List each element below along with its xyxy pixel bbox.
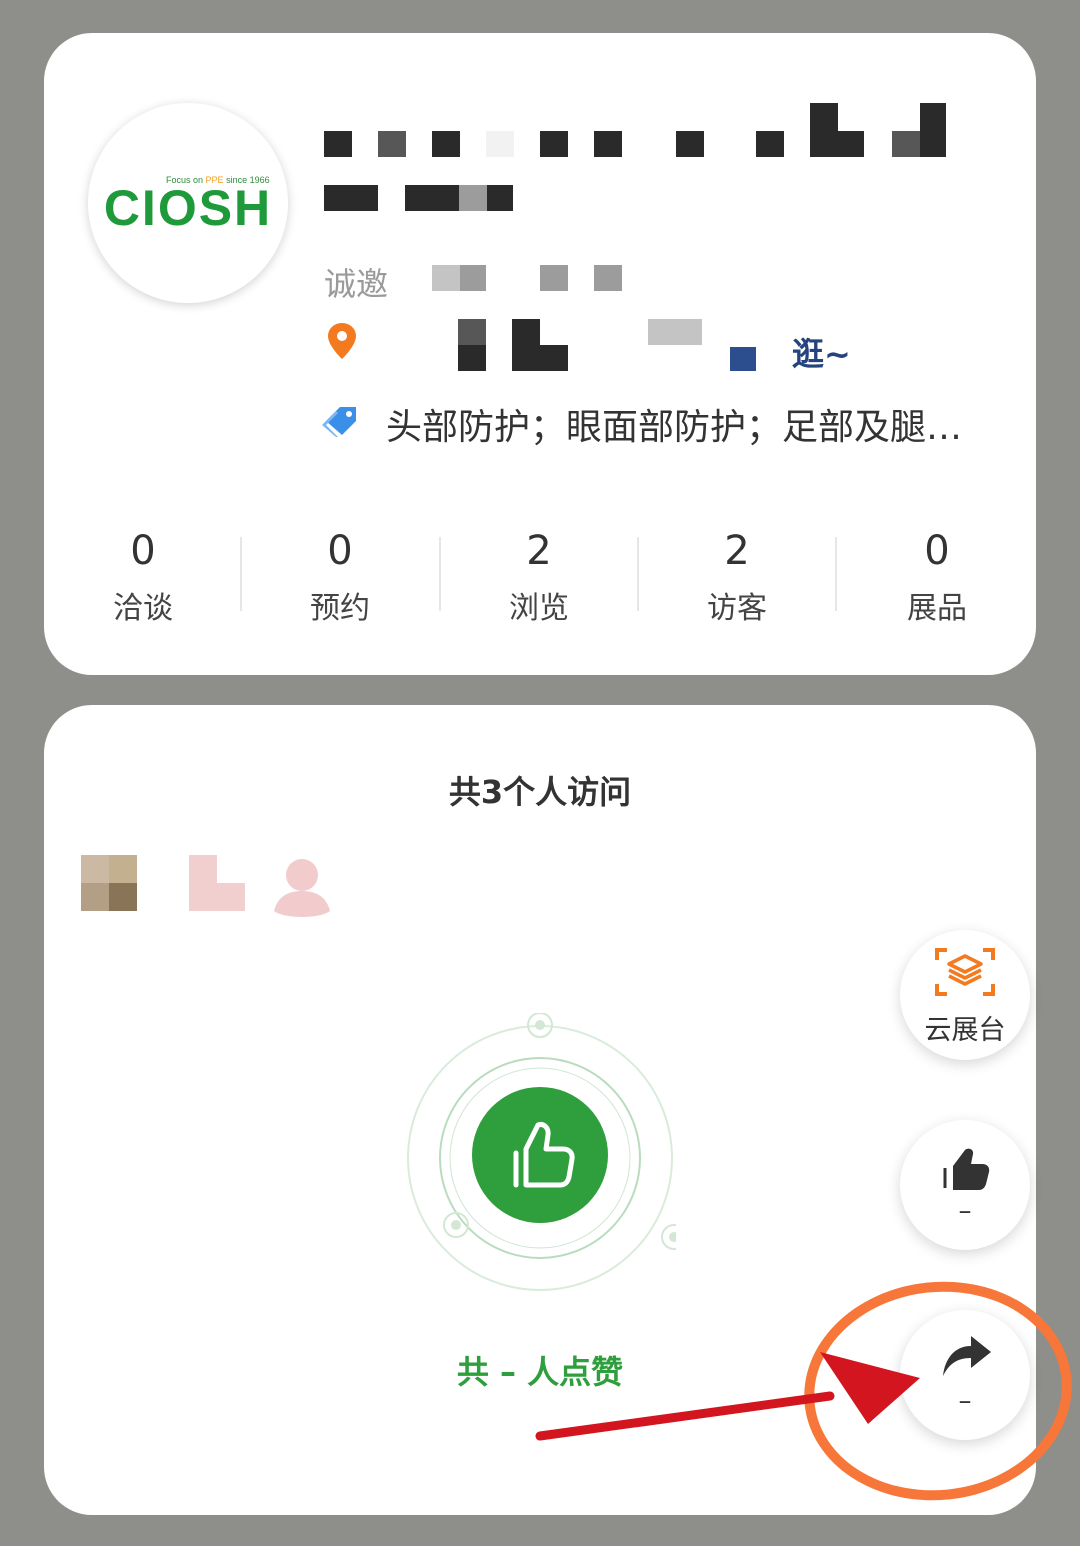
fab-like-count: – <box>958 1196 972 1226</box>
cloud-booth-button[interactable]: 云展台 <box>900 930 1030 1060</box>
company-slogan: 诚邀 <box>324 265 389 303</box>
visitor-count-title: 共3个人访问 <box>448 773 632 811</box>
default-user-icon[interactable] <box>274 855 330 917</box>
stats-row: 0 洽谈 0 预约 2 浏览 2 访客 0 展品 <box>44 523 1036 633</box>
stat-appointment[interactable]: 0 预约 <box>241 523 439 627</box>
thumbs-up-icon <box>513 1122 575 1188</box>
thumbs-up-icon <box>943 1148 990 1190</box>
tag-icon <box>322 407 356 437</box>
profile-card: Focus on PPE since 1966 CIOSH 诚邀 逛~ 头部防护… <box>44 33 1036 675</box>
like-button[interactable] <box>472 1087 608 1223</box>
cloud-booth-icon <box>935 948 995 996</box>
stat-divider <box>835 537 837 611</box>
address-text[interactable]: 逛~ <box>792 329 851 375</box>
fab-like-button[interactable]: – <box>900 1120 1030 1250</box>
stat-negotiation[interactable]: 0 洽谈 <box>44 523 242 627</box>
cloud-booth-label: 云展台 <box>924 1015 1006 1046</box>
visitor-avatar[interactable] <box>189 855 245 911</box>
annotation-arrow <box>535 1352 920 1441</box>
logo-wordmark: CIOSH <box>103 180 273 236</box>
visitor-avatar[interactable] <box>81 855 137 911</box>
exhibit-categories: 头部防护；眼面部防护；足部及腿… <box>386 407 963 448</box>
stat-visitors[interactable]: 2 访客 <box>638 523 836 627</box>
location-pin-icon <box>328 323 356 359</box>
stat-views[interactable]: 2 浏览 <box>440 523 638 627</box>
stat-exhibits[interactable]: 0 展品 <box>838 523 1036 627</box>
company-logo[interactable]: Focus on PPE since 1966 CIOSH <box>88 103 288 303</box>
